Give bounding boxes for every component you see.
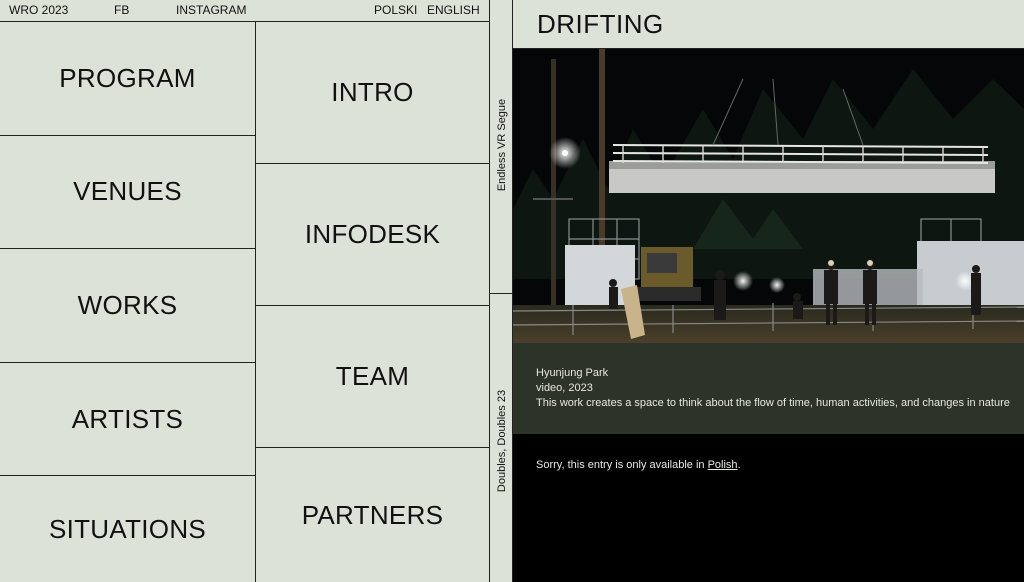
top-bar-spacer — [256, 0, 489, 22]
nav-team[interactable]: TEAM — [256, 306, 489, 448]
nav-artists[interactable]: ARTISTS — [0, 363, 255, 477]
work-panel: DRIFTING Hyunjung Park video, 2023 This … — [513, 0, 1024, 582]
instagram-link[interactable]: INSTAGRAM — [176, 0, 246, 21]
work-info: Hyunjung Park video, 2023 This work crea… — [513, 343, 1024, 434]
language-note: Sorry, this entry is only available in P… — [536, 459, 741, 471]
nav-works[interactable]: WORKS — [0, 249, 255, 363]
vertical-tabs: Endless VR Segue Doubles, Doubles 23 — [490, 0, 513, 582]
night-construction-photo — [513, 49, 1024, 343]
tab-doubles-doubles[interactable]: Doubles, Doubles 23 — [490, 294, 513, 582]
artist-name: Hyunjung Park — [536, 367, 609, 379]
language-note-text: Sorry, this entry is only available in — [536, 459, 708, 471]
site-link[interactable]: WRO 2023 — [9, 0, 68, 21]
nav-partners[interactable]: PARTNERS — [256, 448, 489, 582]
nav-venues[interactable]: VENUES — [0, 136, 255, 250]
tab-label: Doubles, Doubles 23 — [495, 389, 508, 493]
nav-infodesk[interactable]: INFODESK — [256, 164, 489, 306]
secondary-nav: INTRO INFODESK TEAM PARTNERS — [256, 0, 490, 582]
fb-link[interactable]: FB — [114, 0, 129, 21]
work-header: DRIFTING — [513, 0, 1024, 49]
work-title: DRIFTING — [537, 9, 664, 39]
language-note-suffix: . — [737, 459, 741, 471]
nav-intro[interactable]: INTRO — [256, 22, 489, 164]
work-medium: video, 2023 — [536, 382, 593, 394]
work-photo — [513, 49, 1024, 343]
main-nav: PROGRAM VENUES WORKS ARTISTS SITUATIONS — [0, 22, 256, 582]
polish-version-link[interactable]: Polish — [708, 459, 738, 471]
nav-program[interactable]: PROGRAM — [0, 22, 255, 136]
tab-label: Endless VR Segue — [495, 98, 508, 192]
nav-situations[interactable]: SITUATIONS — [0, 476, 255, 582]
work-description: This work creates a space to think about… — [536, 397, 1010, 409]
tab-endless-vr-segue[interactable]: Endless VR Segue — [490, 0, 513, 294]
